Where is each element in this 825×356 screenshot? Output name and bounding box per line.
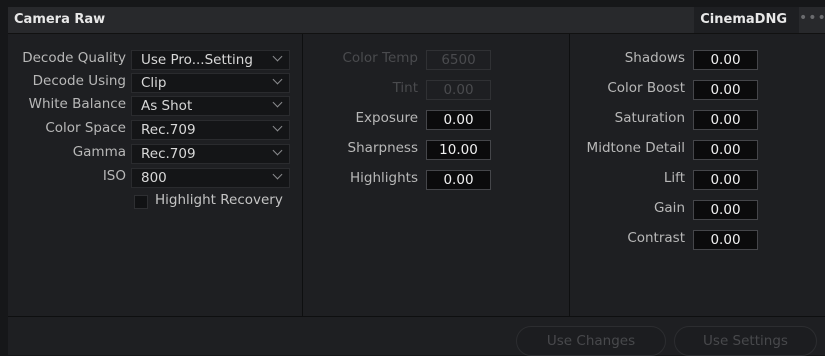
gamma-label: Gamma (72, 144, 126, 160)
tab-cinemadng[interactable]: CinemaDNG (694, 7, 799, 33)
column-divider (569, 34, 570, 316)
decode-quality-value: Use Pro...Setting (141, 52, 253, 68)
use-changes-button[interactable]: Use Changes (516, 326, 666, 356)
iso-label: ISO (102, 168, 126, 184)
color-space-value: Rec.709 (141, 122, 196, 138)
chevron-down-icon (272, 169, 283, 180)
chevron-down-icon (272, 121, 283, 132)
use-settings-button[interactable]: Use Settings (674, 326, 817, 356)
exposure-field[interactable]: 0.00 (426, 110, 491, 130)
iso-value: 800 (141, 170, 167, 186)
color-temp-field: 6500 (426, 50, 491, 70)
chevron-down-icon (272, 145, 283, 156)
panel-title: Camera Raw (14, 12, 106, 27)
saturation-field[interactable]: 0.00 (693, 110, 758, 130)
decode-using-select[interactable]: Clip (131, 73, 290, 93)
highlight-recovery-label[interactable]: Highlight Recovery (155, 192, 283, 208)
decode-quality-label: Decode Quality (22, 50, 126, 66)
decode-using-value: Clip (141, 75, 167, 91)
tint-field: 0.00 (426, 80, 491, 100)
camera-raw-panel: Camera Raw CinemaDNG ••• Decode Quality … (8, 7, 825, 356)
highlights-field[interactable]: 0.00 (426, 170, 491, 190)
gamma-select[interactable]: Rec.709 (131, 144, 290, 164)
contrast-field[interactable]: 0.00 (693, 230, 758, 250)
lift-label: Lift (663, 170, 685, 186)
midtone-detail-field[interactable]: 0.00 (693, 140, 758, 160)
sharpness-label: Sharpness (347, 140, 418, 156)
column-divider (302, 34, 303, 316)
shadows-field[interactable]: 0.00 (693, 50, 758, 70)
white-balance-select[interactable]: As Shot (131, 96, 290, 116)
highlight-recovery-checkbox[interactable] (134, 195, 148, 209)
tab-cinemadng-label: CinemaDNG (700, 12, 787, 27)
color-space-select[interactable]: Rec.709 (131, 120, 290, 140)
gain-label: Gain (653, 200, 685, 216)
gamma-value: Rec.709 (141, 146, 196, 162)
footer-divider (8, 316, 825, 317)
more-options-icon[interactable]: ••• (799, 7, 825, 33)
white-balance-label: White Balance (28, 96, 126, 112)
chevron-down-icon (272, 51, 283, 62)
chevron-down-icon (272, 74, 283, 85)
white-balance-value: As Shot (141, 98, 193, 114)
lift-field[interactable]: 0.00 (693, 170, 758, 190)
decode-using-label: Decode Using (32, 73, 126, 89)
color-temp-label: Color Temp (342, 50, 418, 66)
chevron-down-icon (272, 97, 283, 108)
tint-label: Tint (392, 80, 418, 96)
shadows-label: Shadows (624, 50, 685, 66)
panel-header: Camera Raw CinemaDNG ••• (8, 7, 825, 34)
iso-select[interactable]: 800 (131, 168, 290, 188)
gain-field[interactable]: 0.00 (693, 200, 758, 220)
contrast-label: Contrast (627, 230, 685, 246)
exposure-label: Exposure (355, 110, 419, 126)
decode-quality-select[interactable]: Use Pro...Setting (131, 50, 290, 70)
midtone-detail-label: Midtone Detail (586, 140, 685, 156)
color-space-label: Color Space (45, 120, 126, 136)
color-boost-label: Color Boost (607, 80, 685, 96)
saturation-label: Saturation (614, 110, 685, 126)
color-boost-field[interactable]: 0.00 (693, 80, 758, 100)
sharpness-field[interactable]: 10.00 (426, 140, 491, 160)
highlights-label: Highlights (350, 170, 418, 186)
